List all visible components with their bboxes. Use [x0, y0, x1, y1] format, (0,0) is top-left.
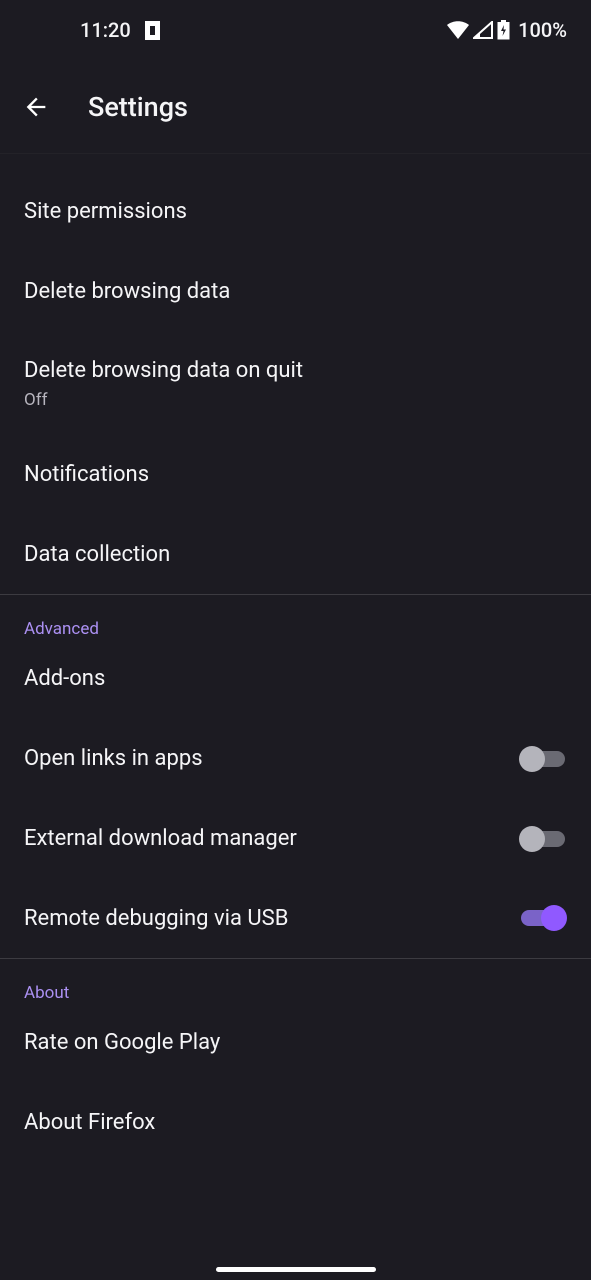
back-button[interactable]: [8, 79, 64, 135]
item-label: Rate on Google Play: [24, 1028, 555, 1058]
item-label: Open links in apps: [24, 744, 507, 774]
item-open-links-in-apps[interactable]: Open links in apps: [0, 719, 591, 799]
card-icon: [145, 21, 160, 40]
status-right: 100%: [447, 18, 567, 42]
wifi-icon: [447, 21, 469, 39]
item-rate-google-play[interactable]: Rate on Google Play: [0, 1003, 591, 1083]
settings-list: Site permissions Delete browsing data De…: [0, 154, 591, 1163]
back-arrow-icon: [22, 93, 50, 121]
toggle-open-links-in-apps[interactable]: [519, 745, 567, 773]
status-time: 11:20: [80, 18, 131, 42]
item-label: About Firefox: [24, 1108, 555, 1138]
item-label: Delete browsing data: [24, 277, 555, 307]
section-header-advanced: Advanced: [0, 595, 591, 639]
item-remote-debugging-usb[interactable]: Remote debugging via USB: [0, 879, 591, 959]
item-add-ons[interactable]: Add-ons: [0, 639, 591, 719]
status-bar: 11:20 100%: [0, 0, 591, 60]
item-delete-browsing-data[interactable]: Delete browsing data: [0, 252, 591, 332]
nav-handle[interactable]: [216, 1267, 376, 1272]
battery-icon: [497, 20, 510, 40]
item-notifications[interactable]: Notifications: [0, 435, 591, 515]
signal-icon: [473, 21, 493, 39]
item-data-collection[interactable]: Data collection: [0, 515, 591, 595]
item-delete-browsing-data-on-quit[interactable]: Delete browsing data on quit Off: [0, 331, 591, 435]
battery-percent: 100%: [518, 18, 567, 42]
item-site-permissions[interactable]: Site permissions: [0, 172, 591, 252]
item-label: Data collection: [24, 540, 555, 570]
item-sublabel: Off: [24, 390, 555, 410]
item-label: Delete browsing data on quit: [24, 356, 555, 386]
toggle-external-download-manager[interactable]: [519, 825, 567, 853]
toggle-remote-debugging-usb[interactable]: [519, 904, 567, 932]
item-about-firefox[interactable]: About Firefox: [0, 1083, 591, 1163]
item-label: Site permissions: [24, 197, 555, 227]
section-header-about: About: [0, 959, 591, 1003]
item-external-download-manager[interactable]: External download manager: [0, 799, 591, 879]
item-label: Add-ons: [24, 664, 555, 694]
item-label: Notifications: [24, 460, 555, 490]
page-title: Settings: [88, 91, 188, 123]
app-bar: Settings: [0, 60, 591, 154]
item-label: Remote debugging via USB: [24, 904, 507, 934]
status-left: 11:20: [80, 18, 160, 42]
item-label: External download manager: [24, 824, 507, 854]
